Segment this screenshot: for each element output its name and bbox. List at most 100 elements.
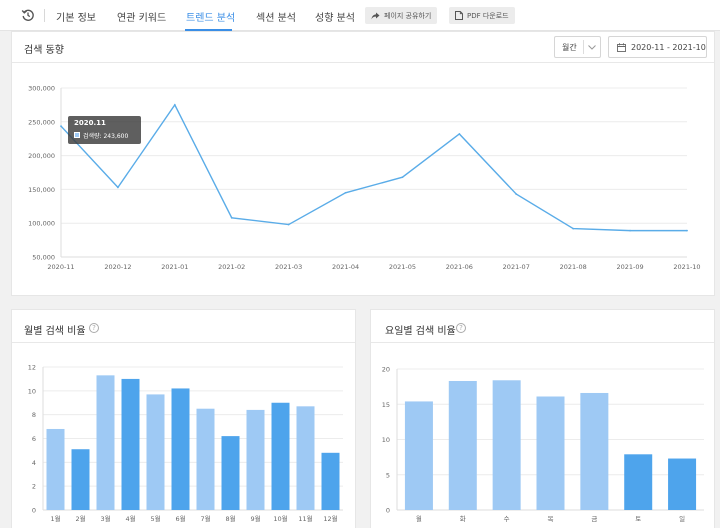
bar [296,406,315,510]
bar [536,396,565,510]
data-point [117,186,119,189]
bar [96,375,115,510]
y-tick-label: 12 [28,364,36,372]
data-point [173,104,176,106]
monthly-panel: 월별 검색 비율 ? 0 2 4 6 8 10 12 1월 2월 3월 4월 5월 6월 7월 8월 9월 10… [11,309,356,528]
share-page-button[interactable]: 페이지 공유하기 [365,7,438,24]
bar [221,436,240,510]
data-point [230,216,233,219]
x-tick-label: 수 [504,515,510,523]
x-tick-label: 2021-03 [275,263,302,271]
bar [321,452,340,510]
monthly-bar-chart: 0 2 4 6 8 10 12 1월 2월 3월 4월 5월 6월 7월 8월 9월 10월 11월 12월 [28,364,343,523]
data-point [60,125,62,128]
x-tick-label: 7월 [200,514,210,523]
data-point [458,133,461,135]
tab-section-analysis[interactable]: 섹션 분석 [256,9,296,24]
weekday-panel: 요일별 검색 비율 ? 0 5 10 15 20 월 화 수 목 금 토 일 [370,309,715,528]
trend-line-chart: 50,000 100,000 150,000 200,000 250,000 300,00… [28,85,700,272]
chart-tooltip: 2020.11 검색량: 243,600 [68,116,141,144]
bar [580,392,609,510]
history-icon[interactable] [21,8,35,22]
top-nav: 기본 정보 연관 키워드 트렌드 분석 섹션 분석 성향 분석 페이지 공유하기… [0,0,720,31]
x-tick-label: 토 [635,515,641,523]
trend-panel: 검색 동향 월간 2020-11 - 2021-10 50,000 100,000… [11,31,715,296]
x-tick-label: 2021-07 [503,263,530,271]
bar [271,402,290,510]
x-tick-label: 11월 [298,514,312,523]
y-tick-label: 0 [386,507,390,515]
y-tick-label: 150,000 [28,186,55,194]
y-tick-label: 8 [32,411,36,419]
share-icon [371,12,380,19]
y-tick-label: 0 [32,507,36,515]
bar [668,458,697,510]
tab-trend-analysis[interactable]: 트렌드 분석 [186,9,235,24]
bar [404,401,433,510]
pdf-download-label: PDF 다운로드 [467,11,509,20]
pdf-icon [455,11,463,20]
bar [624,454,653,510]
bar [196,408,215,510]
x-tick-label: 9월 [250,514,260,523]
y-tick-label: 10 [28,387,36,395]
x-tick-label: 2020-11 [47,263,74,271]
data-point [515,193,518,196]
x-tick-label: 월 [416,514,422,523]
x-tick-label: 10월 [273,514,287,523]
x-tick-label: 화 [460,515,466,523]
y-tick-label: 100,000 [28,220,55,228]
x-tick-label: 2021-08 [560,263,587,271]
y-tick-label: 5 [386,471,390,479]
y-tick-label: 6 [32,435,36,443]
share-page-label: 페이지 공유하기 [384,11,432,20]
pdf-download-button[interactable]: PDF 다운로드 [449,7,515,24]
bar [46,428,65,510]
data-point [401,176,404,179]
x-tick-label: 2020-12 [104,263,131,271]
data-point [572,227,575,230]
tab-tendency-analysis[interactable]: 성향 분석 [315,9,355,24]
x-tick-label: 1월 [50,514,60,523]
x-tick-label: 목 [548,515,554,523]
y-tick-label: 20 [382,366,390,374]
x-tick-label: 일 [679,514,685,523]
bar [492,380,521,510]
x-tick-label: 2021-02 [218,263,245,271]
bar [246,409,265,510]
tab-basic-info[interactable]: 기본 정보 [56,9,96,24]
x-tick-label: 2021-09 [617,263,644,271]
series-line [60,103,687,232]
bar [448,380,477,510]
y-tick-label: 10 [382,436,390,444]
nav-divider [44,9,45,22]
x-tick-label: 6월 [175,514,185,523]
tooltip-value: 검색량: 243,600 [83,133,129,140]
y-tick-label: 4 [32,459,36,467]
x-tick-label: 금 [591,515,597,523]
y-tick-label: 50,000 [32,254,55,262]
x-tick-label: 2021-04 [332,263,359,271]
x-tick-label: 2021-01 [161,263,188,271]
tooltip-title: 2020.11 [74,119,106,127]
x-tick-label: 12월 [323,514,337,523]
x-tick-label: 4월 [125,514,135,523]
x-tick-label: 2021-10 [673,263,700,271]
x-tick-label: 2021-06 [446,263,473,271]
x-tick-label: 2021-05 [389,263,416,271]
x-tick-label: 5월 [150,514,160,523]
data-point [287,223,290,226]
x-tick-label: 8월 [225,514,235,523]
bar [171,388,190,510]
y-tick-label: 15 [382,401,390,409]
data-point [344,191,347,194]
tooltip-swatch [74,132,80,138]
x-tick-label: 2월 [75,514,85,523]
y-tick-label: 2 [32,483,36,491]
bar [146,394,165,510]
bar [121,378,140,510]
weekday-bar-chart: 0 5 10 15 20 월 화 수 목 금 토 일 [382,366,704,523]
tab-related-keywords[interactable]: 연관 키워드 [117,9,166,24]
bar [71,449,90,510]
y-tick-label: 300,000 [28,85,55,93]
